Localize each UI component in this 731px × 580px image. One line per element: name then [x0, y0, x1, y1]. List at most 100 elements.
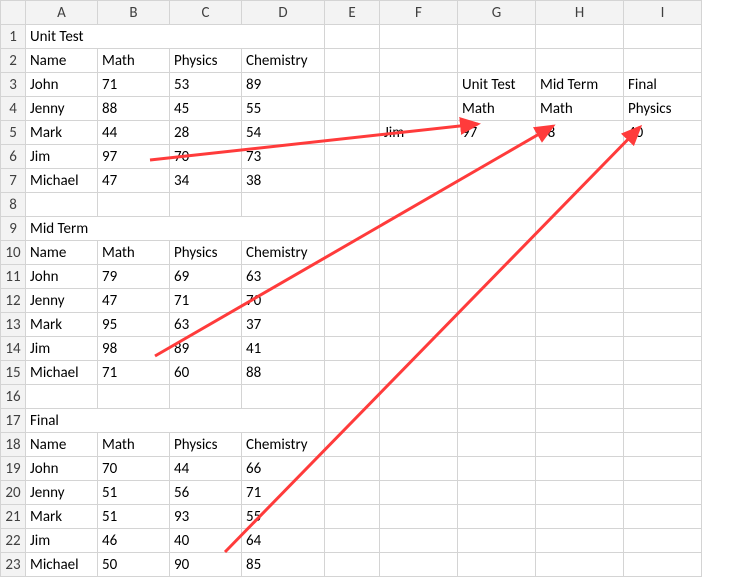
- mt-r1-name[interactable]: Jenny: [26, 289, 98, 313]
- cell-H13[interactable]: [536, 313, 624, 337]
- cell-I1[interactable]: [624, 25, 702, 49]
- cell-E20[interactable]: [325, 481, 380, 505]
- mt-r3-physics[interactable]: 89: [170, 337, 242, 361]
- row-header-8[interactable]: 8: [1, 193, 26, 217]
- fn-r4-math[interactable]: 50: [98, 553, 170, 577]
- mt-r1-chemistry[interactable]: 70: [242, 289, 325, 313]
- cell-F18[interactable]: [380, 433, 458, 457]
- cell-G2[interactable]: [458, 49, 536, 73]
- cell-E19[interactable]: [325, 457, 380, 481]
- cell-F14[interactable]: [380, 337, 458, 361]
- ut-hdr-physics[interactable]: Physics: [170, 49, 242, 73]
- mt-r0-chemistry[interactable]: 63: [242, 265, 325, 289]
- cell-H2[interactable]: [536, 49, 624, 73]
- row-header-20[interactable]: 20: [1, 481, 26, 505]
- ut-r0-name[interactable]: John: [26, 73, 98, 97]
- cell-D8[interactable]: [242, 193, 325, 217]
- cell-G16[interactable]: [458, 385, 536, 409]
- cell-I10[interactable]: [624, 241, 702, 265]
- ut-r2-name[interactable]: Mark: [26, 121, 98, 145]
- cell-C16[interactable]: [170, 385, 242, 409]
- cell-H20[interactable]: [536, 481, 624, 505]
- mt-r1-physics[interactable]: 71: [170, 289, 242, 313]
- fn-r0-math[interactable]: 70: [98, 457, 170, 481]
- final-title[interactable]: Final: [26, 409, 325, 433]
- mt-hdr-name[interactable]: Name: [26, 241, 98, 265]
- row-header-15[interactable]: 15: [1, 361, 26, 385]
- lookup-val-1[interactable]: 98: [536, 121, 624, 145]
- row-header-23[interactable]: 23: [1, 553, 26, 577]
- spreadsheet-grid[interactable]: A B C D E F G H I 1 Unit Test 2 Name Mat…: [0, 0, 702, 577]
- fn-r1-physics[interactable]: 56: [170, 481, 242, 505]
- cell-F22[interactable]: [380, 529, 458, 553]
- cell-I22[interactable]: [624, 529, 702, 553]
- cell-E18[interactable]: [325, 433, 380, 457]
- cell-I17[interactable]: [624, 409, 702, 433]
- cell-I16[interactable]: [624, 385, 702, 409]
- cell-F1[interactable]: [380, 25, 458, 49]
- cell-G18[interactable]: [458, 433, 536, 457]
- fn-hdr-math[interactable]: Math: [98, 433, 170, 457]
- cell-I7[interactable]: [624, 169, 702, 193]
- cell-F17[interactable]: [380, 409, 458, 433]
- fn-hdr-physics[interactable]: Physics: [170, 433, 242, 457]
- cell-G8[interactable]: [458, 193, 536, 217]
- mt-r4-name[interactable]: Michael: [26, 361, 98, 385]
- mt-r0-physics[interactable]: 69: [170, 265, 242, 289]
- cell-E6[interactable]: [325, 145, 380, 169]
- cell-F6[interactable]: [380, 145, 458, 169]
- cell-G21[interactable]: [458, 505, 536, 529]
- col-header-I[interactable]: I: [624, 1, 702, 25]
- cell-G6[interactable]: [458, 145, 536, 169]
- fn-r1-name[interactable]: Jenny: [26, 481, 98, 505]
- mt-r4-physics[interactable]: 60: [170, 361, 242, 385]
- col-header-H[interactable]: H: [536, 1, 624, 25]
- fn-r3-chemistry[interactable]: 64: [242, 529, 325, 553]
- ut-r3-math[interactable]: 97: [98, 145, 170, 169]
- cell-H10[interactable]: [536, 241, 624, 265]
- cell-F12[interactable]: [380, 289, 458, 313]
- cell-G13[interactable]: [458, 313, 536, 337]
- cell-E7[interactable]: [325, 169, 380, 193]
- fn-r4-name[interactable]: Michael: [26, 553, 98, 577]
- mt-r3-chemistry[interactable]: 41: [242, 337, 325, 361]
- cell-I13[interactable]: [624, 313, 702, 337]
- row-header-22[interactable]: 22: [1, 529, 26, 553]
- cell-H1[interactable]: [536, 25, 624, 49]
- col-header-B[interactable]: B: [98, 1, 170, 25]
- row-header-10[interactable]: 10: [1, 241, 26, 265]
- fn-r4-physics[interactable]: 90: [170, 553, 242, 577]
- row-header-14[interactable]: 14: [1, 337, 26, 361]
- cell-H19[interactable]: [536, 457, 624, 481]
- col-header-F[interactable]: F: [380, 1, 458, 25]
- row-header-19[interactable]: 19: [1, 457, 26, 481]
- col-header-E[interactable]: E: [325, 1, 380, 25]
- row-header-12[interactable]: 12: [1, 289, 26, 313]
- mt-r2-math[interactable]: 95: [98, 313, 170, 337]
- mt-r4-chemistry[interactable]: 88: [242, 361, 325, 385]
- ut-r4-chemistry[interactable]: 38: [242, 169, 325, 193]
- cell-D16[interactable]: [242, 385, 325, 409]
- fn-r1-chemistry[interactable]: 71: [242, 481, 325, 505]
- fn-r4-chemistry[interactable]: 85: [242, 553, 325, 577]
- fn-r3-physics[interactable]: 40: [170, 529, 242, 553]
- cell-F7[interactable]: [380, 169, 458, 193]
- fn-r0-chemistry[interactable]: 66: [242, 457, 325, 481]
- cell-E23[interactable]: [325, 553, 380, 577]
- row-header-21[interactable]: 21: [1, 505, 26, 529]
- cell-I23[interactable]: [624, 553, 702, 577]
- cell-H8[interactable]: [536, 193, 624, 217]
- cell-H23[interactable]: [536, 553, 624, 577]
- fn-hdr-name[interactable]: Name: [26, 433, 98, 457]
- fn-r2-name[interactable]: Mark: [26, 505, 98, 529]
- cell-F21[interactable]: [380, 505, 458, 529]
- mt-r0-math[interactable]: 79: [98, 265, 170, 289]
- row-header-6[interactable]: 6: [1, 145, 26, 169]
- cell-F11[interactable]: [380, 265, 458, 289]
- row-header-1[interactable]: 1: [1, 25, 26, 49]
- ut-hdr-name[interactable]: Name: [26, 49, 98, 73]
- cell-E1[interactable]: [325, 25, 380, 49]
- cell-G10[interactable]: [458, 241, 536, 265]
- cell-E16[interactable]: [325, 385, 380, 409]
- row-header-9[interactable]: 9: [1, 217, 26, 241]
